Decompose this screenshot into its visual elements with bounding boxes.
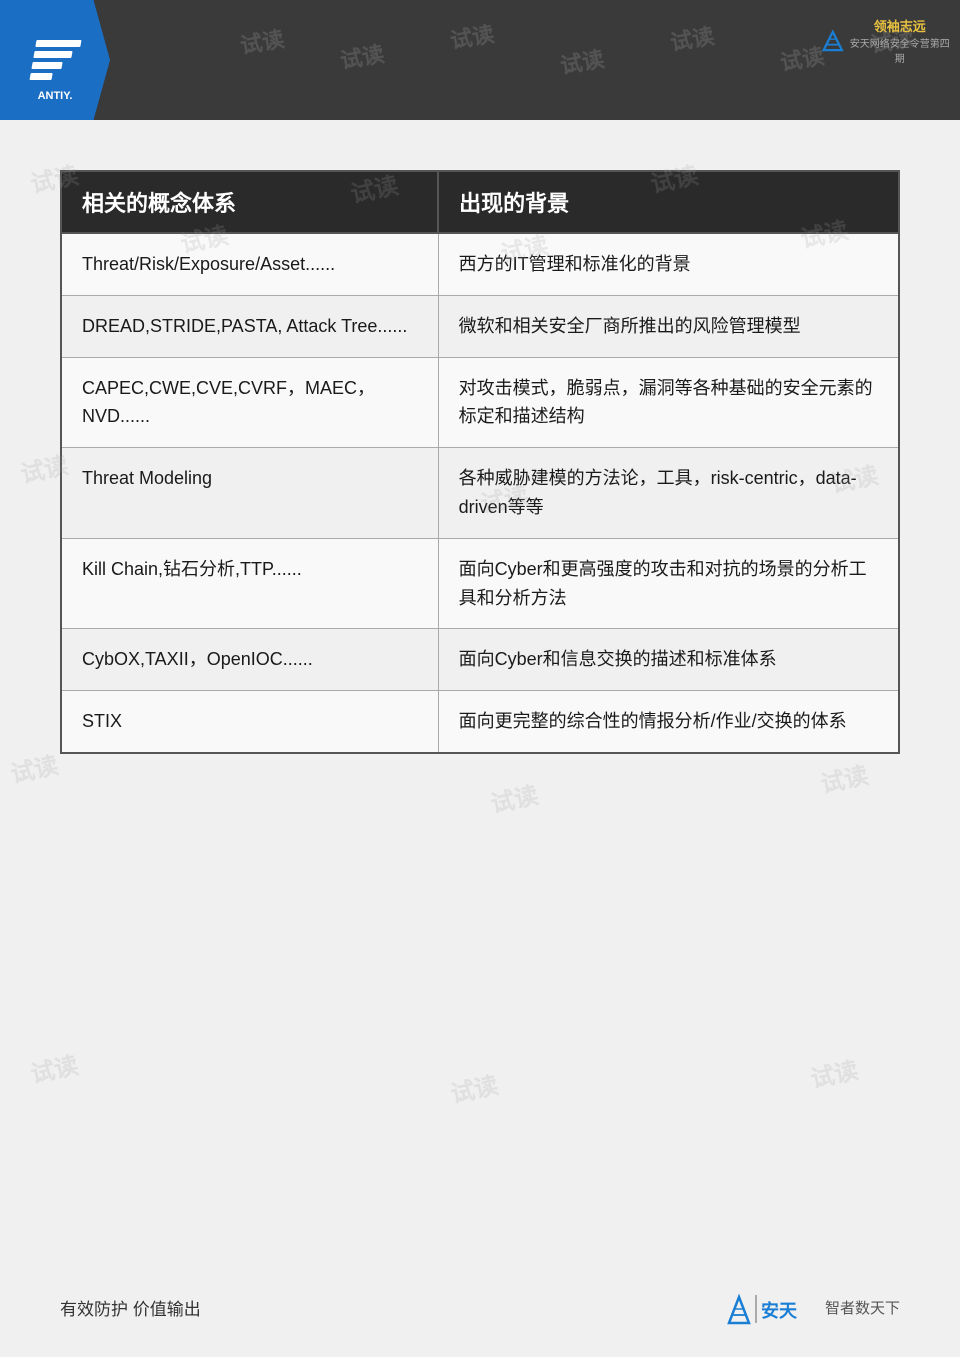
brand-badge: 领袖志远 安天网络安全令营第四期	[820, 16, 950, 65]
cell-right-1: 微软和相关安全厂商所推出的风险管理模型	[438, 295, 899, 357]
footer: 有效防护 价值输出 安天 智者数天下	[0, 1287, 960, 1327]
footer-logo-icon: 安天	[721, 1287, 821, 1327]
table-header-row: 相关的概念体系 出现的背景	[61, 171, 899, 233]
header-wm-3: 试读	[448, 16, 497, 55]
main-content: 相关的概念体系 出现的背景 Threat/Risk/Exposure/Asset…	[0, 120, 960, 794]
cell-left-2: CAPEC,CWE,CVE,CVRF，MAEC，NVD......	[61, 357, 438, 448]
stripe-3	[31, 62, 62, 69]
brand-icon	[820, 27, 846, 55]
cell-left-6: STIX	[61, 691, 438, 753]
brand-badge-bottom: 安天网络安全令营第四期	[850, 35, 950, 65]
header-wm-2: 试读	[338, 36, 387, 75]
cell-left-1: DREAD,STRIDE,PASTA, Attack Tree......	[61, 295, 438, 357]
table-row: Kill Chain,钻石分析,TTP......面向Cyber和更高强度的攻击…	[61, 538, 899, 629]
top-right-logo: 领袖志远 安天网络安全令营第四期	[820, 8, 950, 73]
table-row: Threat/Risk/Exposure/Asset......西方的IT管理和…	[61, 233, 899, 295]
header: ANTIY. 试读 试读 试读 试读 试读 试读 试读 领袖志远 安天网络安全令…	[0, 0, 960, 120]
cell-right-0: 西方的IT管理和标准化的背景	[438, 233, 899, 295]
main-table: 相关的概念体系 出现的背景 Threat/Risk/Exposure/Asset…	[60, 170, 900, 754]
cell-right-5: 面向Cyber和信息交换的描述和标准体系	[438, 629, 899, 691]
body-wm-13: 试读	[27, 1045, 81, 1089]
brand-badge-top: 领袖志远	[850, 16, 950, 35]
table-row: Threat Modeling各种威胁建模的方法论，工具，risk-centri…	[61, 448, 899, 539]
footer-right-sub: 智者数天下	[825, 1300, 900, 1317]
cell-right-4: 面向Cyber和更高强度的攻击和对抗的场景的分析工具和分析方法	[438, 538, 899, 629]
table-row: STIX面向更完整的综合性的情报分析/作业/交换的体系	[61, 691, 899, 753]
stripe-2	[33, 51, 72, 58]
footer-sub-text: 智者数天下	[825, 1297, 900, 1318]
logo-text: ANTIY.	[38, 90, 73, 102]
table-row: CAPEC,CWE,CVE,CVRF，MAEC，NVD......对攻击模式，脆…	[61, 357, 899, 448]
cell-left-3: Threat Modeling	[61, 448, 438, 539]
svg-text:安天: 安天	[761, 1300, 798, 1321]
logo-block: ANTIY.	[0, 0, 110, 120]
footer-left-text: 有效防护 价值输出	[60, 1295, 201, 1320]
cell-right-2: 对攻击模式，脆弱点，漏洞等各种基础的安全元素的标定和描述结构	[438, 357, 899, 448]
cell-left-5: CybOX,TAXII，OpenIOC......	[61, 629, 438, 691]
table-row: DREAD,STRIDE,PASTA, Attack Tree......微软和…	[61, 295, 899, 357]
header-wm-4: 试读	[558, 41, 607, 80]
header-wm-1: 试读	[238, 21, 287, 60]
stripe-4	[29, 73, 52, 80]
col1-header: 相关的概念体系	[61, 171, 438, 233]
body-wm-15: 试读	[807, 1050, 861, 1094]
header-wm-5: 试读	[668, 18, 717, 57]
cell-left-0: Threat/Risk/Exposure/Asset......	[61, 233, 438, 295]
table-row: CybOX,TAXII，OpenIOC......面向Cyber和信息交换的描述…	[61, 629, 899, 691]
body-wm-14: 试读	[447, 1065, 501, 1109]
stripe-1	[35, 40, 81, 47]
col2-header: 出现的背景	[438, 171, 899, 233]
footer-right: 安天 智者数天下	[721, 1287, 900, 1327]
cell-left-4: Kill Chain,钻石分析,TTP......	[61, 538, 438, 629]
logo-stripes	[29, 40, 81, 80]
cell-right-6: 面向更完整的综合性的情报分析/作业/交换的体系	[438, 691, 899, 753]
cell-right-3: 各种威胁建模的方法论，工具，risk-centric，data-driven等等	[438, 448, 899, 539]
